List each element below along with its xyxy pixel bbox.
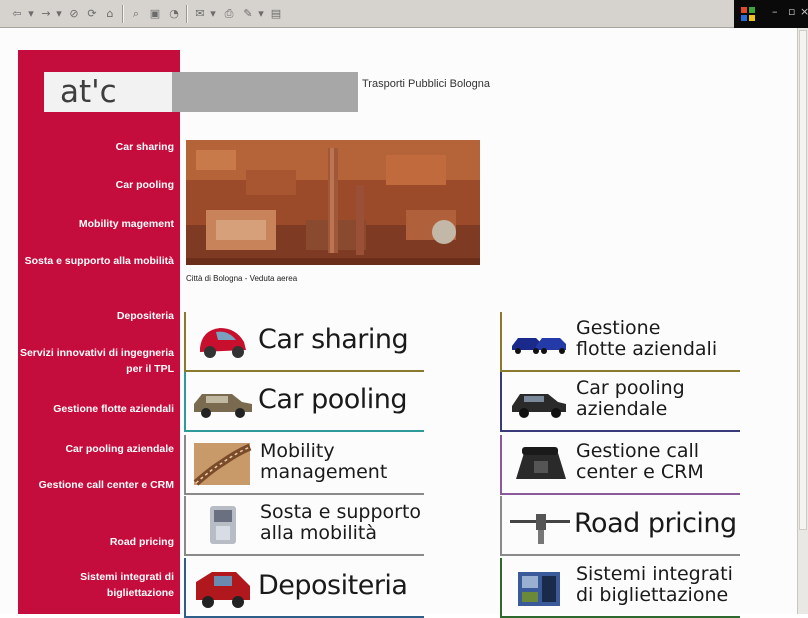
ticket-machine-icon (518, 572, 560, 606)
tile-gestione-flotte[interactable]: Gestione flotte aziendali (500, 310, 740, 372)
sidebar-nav (18, 50, 180, 614)
home-icon[interactable]: ⌂ (102, 5, 118, 22)
sidebar-item-call-center[interactable]: Gestione call center e CRM (18, 477, 174, 493)
tile-label: Gestione call center e CRM (576, 440, 704, 483)
sidebar-item-car-pooling[interactable]: Car pooling (18, 177, 174, 193)
browser-toolbar: ⇦ ▾ → ▾ ⊘ ⟳ ⌂ ⌕ ▣ ◔ ✉ ▾ ⎙ ✎ ▾ ▤ – ▫ × (0, 0, 808, 28)
discuss-icon[interactable]: ▤ (268, 5, 284, 22)
tile-border (500, 312, 502, 370)
tile-border (184, 435, 186, 493)
refresh-icon[interactable]: ⟳ (84, 5, 100, 22)
back-dropdown-icon[interactable]: ▾ (26, 5, 36, 22)
windows-flag-icon (741, 7, 755, 21)
parking-meter-icon (210, 506, 236, 544)
sidebar-item-mobility-management[interactable]: Mobility magement (18, 216, 174, 232)
site-logo[interactable]: at'c (60, 74, 117, 110)
tile-border (500, 558, 502, 616)
tow-truck-icon (196, 572, 250, 608)
tile-border (184, 312, 186, 370)
tile-sistemi-integrati[interactable]: Sistemi integrati di bigliettazione (500, 556, 740, 618)
sidebar-item-sosta[interactable]: Sosta e supporto alla mobilità (18, 253, 174, 269)
history-icon[interactable]: ◔ (166, 5, 182, 22)
road-map-icon (193, 443, 252, 486)
tile-border (500, 372, 502, 430)
tile-road-pricing[interactable]: Road pricing (500, 494, 740, 556)
search-icon[interactable]: ⌕ (128, 5, 144, 22)
windows-logo-area: – ▫ × (734, 0, 808, 28)
forward-arrow-icon[interactable]: → (38, 5, 54, 22)
tile-depositeria[interactable]: Depositeria (184, 556, 424, 618)
tile-border (184, 496, 186, 554)
toolbar-separator (122, 5, 124, 23)
tile-border (500, 496, 502, 554)
scrollbar-thumb[interactable] (799, 30, 807, 530)
edit-icon[interactable]: ✎ (240, 5, 256, 22)
sidebar-item-car-pooling-aziendale[interactable]: Car pooling aziendale (18, 441, 174, 457)
tile-label: Depositeria (258, 570, 408, 601)
photo-caption: Città di Bologna - Veduta aerea (186, 274, 298, 283)
stop-icon[interactable]: ⊘ (66, 5, 82, 22)
forward-dropdown-icon[interactable]: ▾ (54, 5, 64, 22)
edit-dropdown-icon[interactable]: ▾ (256, 5, 266, 22)
tile-label: Sosta e supporto alla mobilità (260, 501, 422, 544)
favorites-icon[interactable]: ▣ (146, 5, 164, 22)
close-icon[interactable]: × (800, 5, 808, 18)
print-icon[interactable]: ⎙ (220, 5, 238, 22)
web-page: Car sharing Car pooling Mobility magemen… (0, 28, 797, 618)
toolbar-separator (186, 5, 188, 23)
restore-icon[interactable]: ▫ (788, 5, 795, 18)
tile-label: Sistemi integrati di bigliettazione (576, 563, 733, 606)
tile-border (184, 430, 424, 432)
sidebar-item-sistemi-integrati[interactable]: Sistemi integrati di bigliettazione (18, 569, 174, 601)
mail-icon[interactable]: ✉ (192, 5, 208, 22)
sidebar-item-servizi-innovativi[interactable]: Servizi innovativi di ingegneria per il … (18, 345, 174, 377)
minimize-icon[interactable]: – (772, 5, 778, 18)
vertical-scrollbar[interactable] (797, 28, 808, 614)
tile-label: Car sharing (258, 324, 409, 355)
tile-car-pooling[interactable]: Car pooling (184, 370, 424, 432)
tile-label: Gestione flotte aziendali (576, 317, 718, 360)
sidebar-item-depositeria[interactable]: Depositeria (18, 308, 174, 324)
site-title: Trasporti Pubblici Bologna (362, 78, 490, 90)
sidebar-item-road-pricing[interactable]: Road pricing (18, 534, 174, 550)
tile-gestione-call-center[interactable]: Gestione call center e CRM (500, 433, 740, 495)
car-pooling-icon (194, 394, 252, 418)
toll-gate-icon (510, 514, 570, 544)
telephone-icon (516, 447, 566, 479)
fleet-cars-icon (512, 338, 566, 354)
mail-dropdown-icon[interactable]: ▾ (208, 5, 218, 22)
tile-label: Car pooling aziendale (576, 377, 685, 420)
tile-border (500, 430, 740, 432)
tile-border (184, 372, 186, 430)
aerial-photo-bologna (186, 140, 480, 265)
tile-mobility-management[interactable]: Mobility management (184, 433, 424, 495)
tile-sosta-supporto[interactable]: Sosta e supporto alla mobilità (184, 494, 424, 556)
sidebar-item-car-sharing[interactable]: Car sharing (18, 139, 174, 155)
tile-label: Car pooling (258, 384, 408, 415)
back-arrow-icon[interactable]: ⇦ (8, 5, 26, 22)
smart-car-icon (200, 328, 246, 358)
sidebar-item-gestione-flotte[interactable]: Gestione flotte aziendali (18, 401, 174, 417)
tile-border (184, 558, 186, 616)
company-car-icon (512, 394, 566, 418)
tile-car-pooling-aziendale[interactable]: Car pooling aziendale (500, 370, 740, 432)
tile-border (500, 435, 502, 493)
tile-label: Mobility management (260, 440, 388, 483)
tile-label: Road pricing (574, 508, 737, 539)
tile-car-sharing[interactable]: Car sharing (184, 310, 424, 372)
